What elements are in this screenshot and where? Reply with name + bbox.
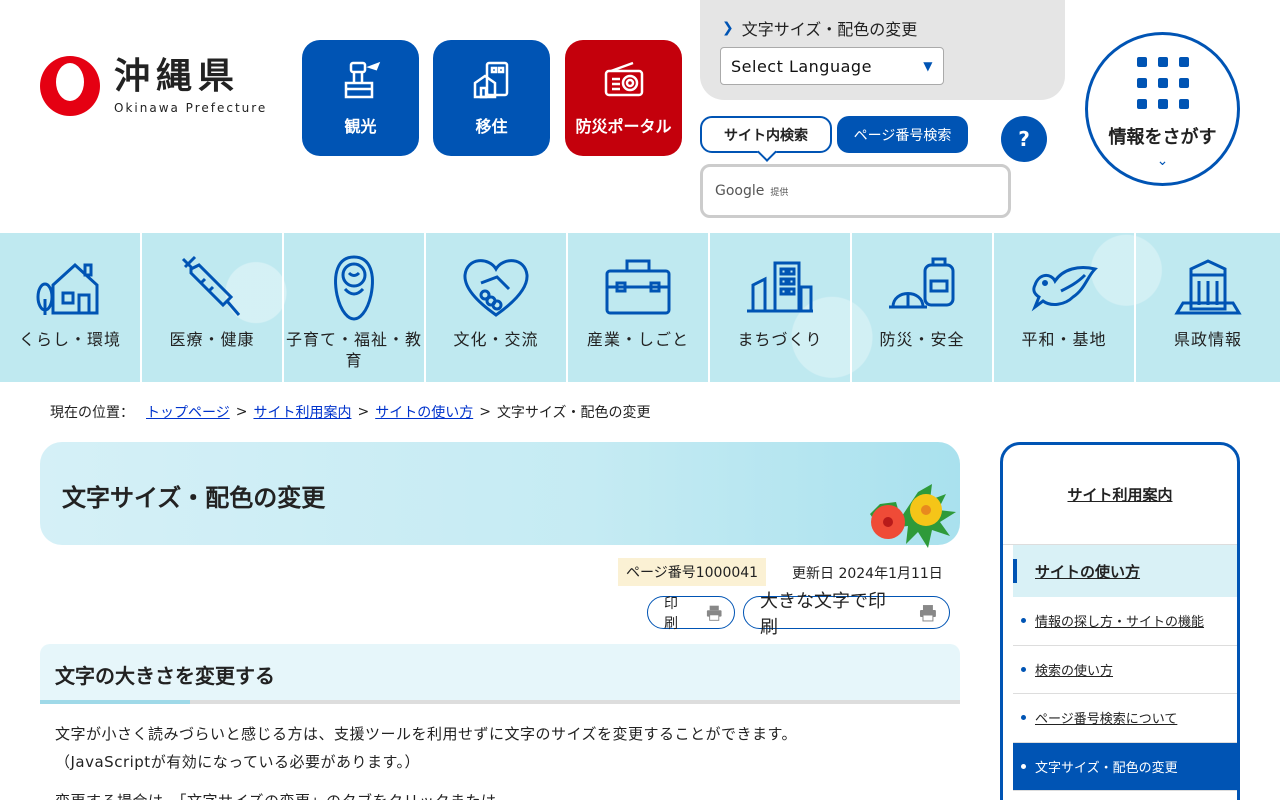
house-icon bbox=[36, 262, 99, 315]
page-title-panel: 文字サイズ・配色の変更 bbox=[40, 442, 960, 548]
printer-icon bbox=[706, 605, 722, 621]
category-label: 防災・安全 bbox=[879, 330, 965, 349]
category-label: 県政情報 bbox=[1173, 330, 1242, 349]
chevron-down-icon: ⌄ bbox=[1156, 153, 1169, 169]
category-town-development[interactable]: まちづくり bbox=[710, 233, 852, 382]
category-living-environment[interactable]: くらし・環境 bbox=[0, 233, 142, 382]
google-note: 提供 bbox=[770, 187, 789, 198]
search-help-button[interactable]: ? bbox=[1001, 116, 1047, 162]
grid-menu-icon bbox=[1136, 57, 1189, 109]
category-culture-exchange[interactable]: 文化・交流 bbox=[426, 233, 568, 382]
sidebar-subheading-link[interactable]: サイトの使い方 bbox=[1013, 545, 1237, 597]
breadcrumb-separator: > bbox=[479, 404, 491, 420]
category-disaster-safety[interactable]: 防災・安全 bbox=[852, 233, 994, 382]
category-industry-work[interactable]: 産業・しごと bbox=[568, 233, 710, 382]
language-select[interactable]: Select Language ▼ bbox=[720, 47, 944, 85]
sidebar-item-font-color-change[interactable]: 文字サイズ・配色の変更 bbox=[1013, 742, 1237, 791]
breadcrumb: 現在の位置： トップページ > サイト利用案内 > サイトの使い方 > 文字サイ… bbox=[50, 402, 651, 422]
briefcase-icon bbox=[605, 259, 671, 315]
category-label: まちづくり bbox=[737, 330, 823, 349]
dove-icon bbox=[1031, 266, 1098, 312]
tourism-label: 観光 bbox=[344, 117, 377, 136]
syringe-icon bbox=[181, 255, 241, 316]
breadcrumb-separator: > bbox=[357, 404, 370, 420]
print-button[interactable]: 印刷 bbox=[647, 596, 735, 632]
sidebar-item-finding-info[interactable]: 情報の探し方・サイトの機能 bbox=[1013, 597, 1237, 646]
category-label: 医療・健康 bbox=[169, 330, 255, 349]
tab-site-search[interactable]: サイト内検索 bbox=[700, 116, 832, 153]
print-large-button[interactable]: 大きな文字で印刷 bbox=[743, 591, 950, 638]
section-heading: 文字の大きさを変更する bbox=[55, 664, 275, 688]
breadcrumb-current: 文字サイズ・配色の変更 bbox=[496, 405, 651, 421]
category-nav: くらし・環境 医療・健康 子育て・福祉・教育 文化・交流 産業・しごと まちづく… bbox=[0, 233, 1280, 382]
site-logo[interactable]: 沖縄県 Okinawa Prefecture bbox=[40, 56, 267, 116]
category-childcare-welfare-education[interactable]: 子育て・福祉・教育 bbox=[284, 233, 426, 382]
font-color-change-label: 文字サイズ・配色の変更 bbox=[741, 20, 918, 39]
breadcrumb-lead: 現在の位置： bbox=[50, 405, 134, 421]
updated-date: 更新日 2024年1月11日 bbox=[792, 566, 943, 582]
baby-icon bbox=[334, 255, 374, 321]
print-label: 印刷 bbox=[664, 595, 678, 632]
find-information-button[interactable]: 情報をさがす ⌄ bbox=[1085, 32, 1240, 186]
breadcrumb-separator: > bbox=[235, 404, 248, 420]
relocation-label: 移住 bbox=[475, 117, 508, 136]
logo-name: 沖縄県 bbox=[114, 56, 241, 97]
house-building-icon bbox=[473, 61, 508, 99]
category-label: 平和・基地 bbox=[1021, 330, 1107, 349]
sidebar-item-search-usage[interactable]: 検索の使い方 bbox=[1013, 646, 1237, 694]
prefecture-emblem-icon bbox=[40, 56, 100, 116]
google-label: Google bbox=[715, 183, 765, 199]
language-panel: ❯ 文字サイズ・配色の変更 Select Language ▼ bbox=[700, 0, 1065, 100]
printer-icon bbox=[920, 604, 937, 621]
sidebar-heading-link[interactable]: サイト利用案内 bbox=[1003, 445, 1237, 545]
category-label: 子育て・福祉・教育 bbox=[285, 330, 422, 370]
chevron-right-icon: ❯ bbox=[722, 20, 734, 36]
breadcrumb-link-how-to-use[interactable]: サイトの使い方 bbox=[375, 402, 473, 422]
category-prefectural-government[interactable]: 県政情報 bbox=[1136, 233, 1280, 382]
sidebar-item-page-number-search[interactable]: ページ番号検索について bbox=[1013, 694, 1237, 743]
breadcrumb-link-top[interactable]: トップページ bbox=[146, 402, 230, 422]
body-line: （JavaScriptが有効になっている必要があります。） bbox=[55, 753, 420, 771]
font-color-change-link[interactable]: ❯ 文字サイズ・配色の変更 bbox=[722, 16, 917, 40]
find-information-label: 情報をさがす bbox=[1108, 127, 1217, 148]
category-label: くらし・環境 bbox=[18, 330, 121, 349]
logo-english: Okinawa Prefecture bbox=[114, 101, 268, 115]
buildings-icon bbox=[747, 261, 813, 313]
relocation-button[interactable]: 移住 bbox=[433, 40, 550, 156]
tourism-button[interactable]: 観光 bbox=[302, 40, 419, 156]
language-select-value: Select Language bbox=[731, 56, 872, 76]
radio-icon bbox=[604, 61, 643, 97]
breadcrumb-link-site-guide[interactable]: サイト利用案内 bbox=[253, 402, 351, 422]
category-medical-health[interactable]: 医療・健康 bbox=[142, 233, 284, 382]
page-title: 文字サイズ・配色の変更 bbox=[62, 484, 326, 512]
category-label: 文化・交流 bbox=[453, 330, 539, 349]
body-paragraph: 文字が小さく読みづらいと感じる方は、支援ツールを利用せずに文字のサイズを変更する… bbox=[55, 720, 955, 776]
disaster-portal-button[interactable]: 防災ポータル bbox=[565, 40, 682, 156]
sidebar-nav: サイト利用案内 サイトの使い方 情報の探し方・サイトの機能 検索の使い方 ページ… bbox=[1000, 442, 1240, 800]
tab-page-number-search[interactable]: ページ番号検索 bbox=[837, 116, 968, 153]
helmet-backpack-icon bbox=[889, 257, 955, 309]
category-peace-base[interactable]: 平和・基地 bbox=[994, 233, 1136, 382]
section-heading-panel: 文字の大きさを変更する bbox=[40, 644, 960, 704]
page-number-badge: ページ番号1000041 bbox=[618, 558, 767, 586]
hibiscus-icon bbox=[870, 484, 956, 548]
body-line: 文字が小さく読みづらいと感じる方は、支援ツールを利用せずに文字のサイズを変更する… bbox=[55, 725, 798, 743]
print-large-label: 大きな文字で印刷 bbox=[760, 590, 886, 638]
category-label: 産業・しごと bbox=[586, 330, 689, 349]
body-line: 変更する場合は、「文字サイズの変更」のタブをクリックまたは bbox=[55, 790, 497, 800]
handshake-heart-icon bbox=[463, 259, 529, 317]
chevron-down-icon: ▼ bbox=[923, 59, 933, 73]
search-input[interactable]: Google 提供 bbox=[700, 164, 1011, 218]
control-tower-icon bbox=[344, 61, 380, 99]
government-building-icon bbox=[1174, 259, 1242, 315]
disaster-portal-label: 防災ポータル bbox=[575, 117, 672, 136]
